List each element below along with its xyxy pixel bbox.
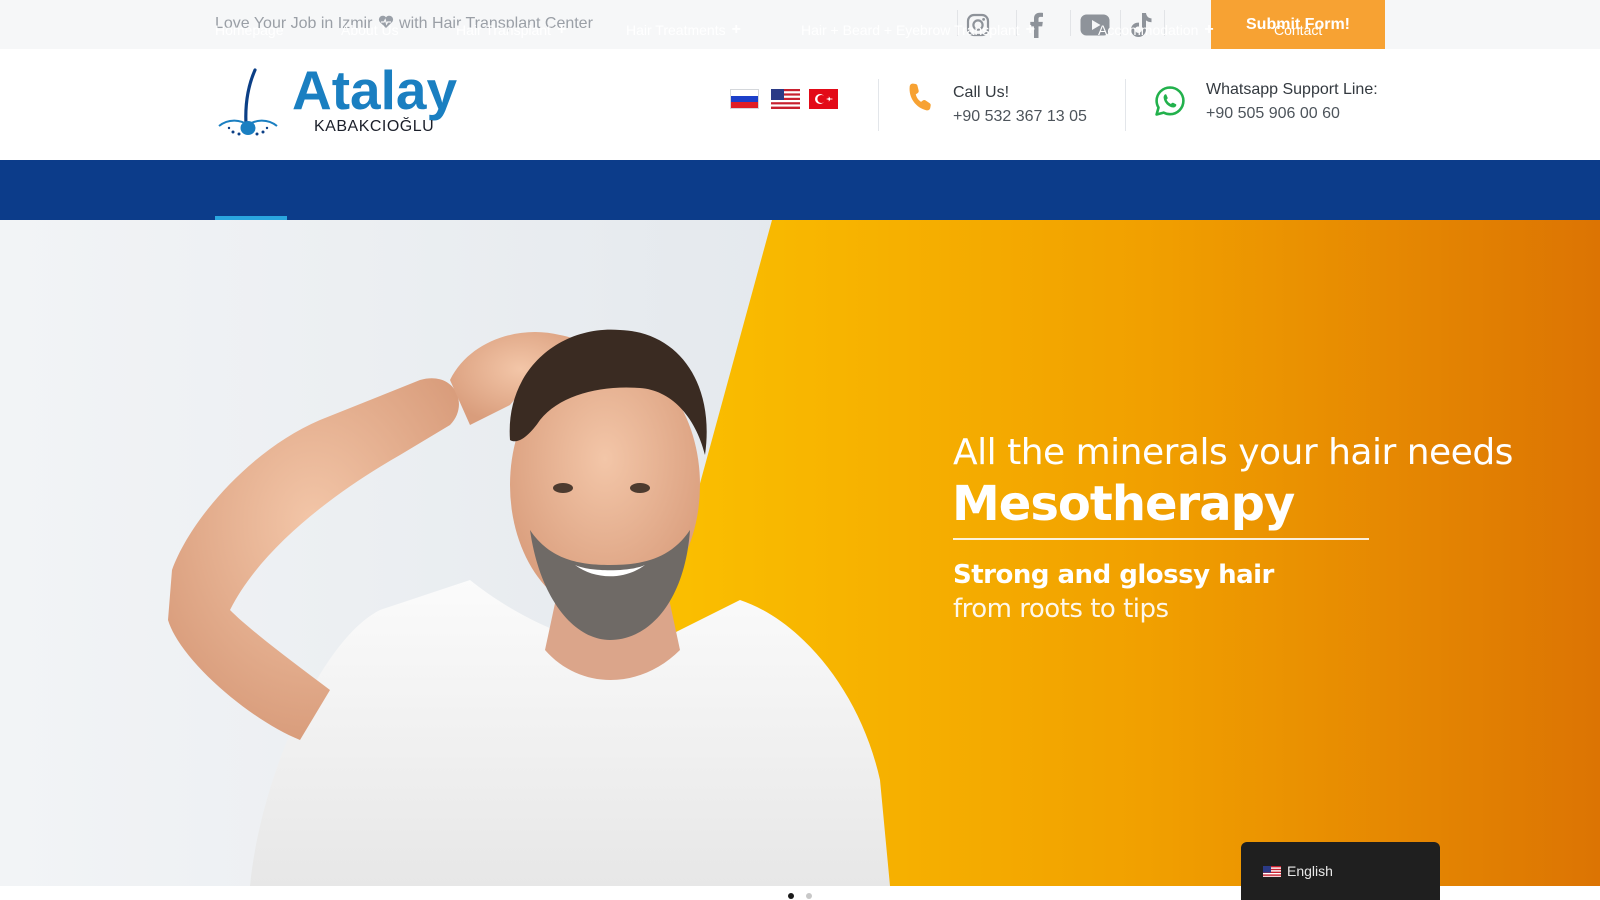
usa-flag[interactable] [771,89,800,109]
main-navigation [0,160,1600,220]
russia-flag[interactable] [730,89,759,109]
call-phone-number[interactable]: +90 532 367 13 05 [953,108,1087,126]
logo-brand: Atalay [292,59,458,121]
header-divider [878,79,879,131]
usa-flag-icon [1263,865,1281,877]
nav-item-label: Accommodation [1098,22,1199,38]
hero-tagline-bold: Strong and glossy hair [953,560,1274,590]
hero-title: Mesotherapy [952,476,1295,532]
language-switcher[interactable]: English [1241,842,1440,900]
slider-dot-active[interactable] [788,893,794,899]
nav-item-contact[interactable]: Contact [1274,0,1322,60]
whatsapp-label: Whatsapp Support Line: [1206,81,1378,98]
call-label: Call Us! [953,84,1010,101]
social-divider [1070,10,1071,36]
plus-icon: + [1204,21,1214,38]
plus-icon: + [731,21,741,38]
turkey-flag[interactable] [809,89,838,109]
plus-icon: + [556,21,567,38]
nav-item-hair-transplant[interactable]: Hair Transplant + [456,0,566,60]
hero-image [0,220,1600,886]
hero-tagline: from roots to tips [953,594,1169,624]
slider-dot[interactable] [806,893,812,899]
nav-item-label: Homepage [215,22,284,38]
nav-item-homepage[interactable]: Homepage [215,0,284,60]
plus-icon: + [1025,21,1036,38]
nav-item-accommodation[interactable]: Accommodation + [1098,0,1214,60]
nav-item-label: Hair Transplant [456,22,551,38]
whatsapp-phone-number[interactable]: +90 505 906 00 60 [1206,105,1340,123]
nav-item-label: Hair Treatments [626,22,726,38]
nav-item-label: About Us [341,22,399,38]
nav-item-hair-treatments[interactable]: Hair Treatments + [626,0,741,60]
whatsapp-icon [1154,85,1186,122]
nav-item-hair-beard-eyebrow-transplant[interactable]: Hair + Beard + Eyebrow Transplant + [801,0,1035,60]
language-label: English [1287,863,1333,879]
phone-icon [906,83,934,116]
hero-subheading: All the minerals your hair needs [953,432,1513,473]
nav-item-about-us[interactable]: About Us [341,0,399,60]
hero-divider [953,538,1369,540]
nav-item-label: Contact [1274,22,1323,38]
nav-item-label: Hair + Beard + Eyebrow Transplant [801,22,1020,38]
header-divider [1125,79,1126,131]
hero-slider: All the minerals your hair needs Mesothe… [0,220,1600,886]
logo-subtitle: KABAKCIOĞLU [314,118,435,135]
